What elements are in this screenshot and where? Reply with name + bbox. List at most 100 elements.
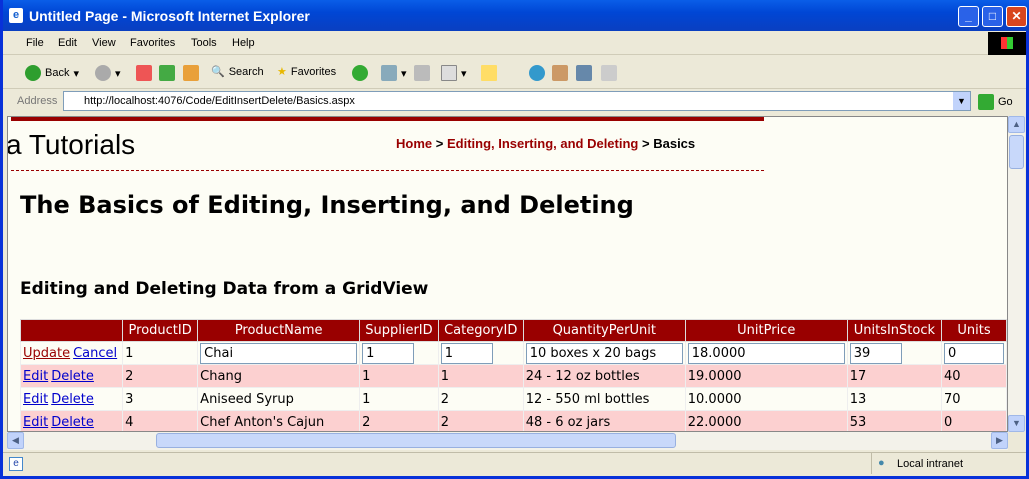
scroll-right-button[interactable]: ▶ <box>991 432 1008 449</box>
forward-button[interactable]: ▾ <box>95 65 121 81</box>
table-cell: 10.0000 <box>684 387 848 411</box>
vertical-scroll-thumb[interactable] <box>1009 135 1024 169</box>
units-on-order-input[interactable] <box>943 342 1004 364</box>
edit-link[interactable]: Edit <box>23 415 48 430</box>
print-icon <box>414 65 430 81</box>
column-header: UnitsInStock <box>846 319 942 342</box>
home-icon <box>183 65 199 81</box>
products-grid: ProductID ProductName SupplierID CategoryID… <box>19 319 1007 431</box>
toolbar: Back ▾ ▾ 🔍 Search ★ Favorites ▾ ▾ <box>3 57 1026 89</box>
table-cell: 1 <box>437 364 524 388</box>
table-cell: Chef Anton's Cajun <box>197 410 361 431</box>
column-header: ProductID <box>122 319 199 342</box>
addon-button[interactable] <box>601 65 617 81</box>
table-cell: Aniseed Syrup <box>197 387 361 411</box>
search-icon: 🔍 <box>211 66 225 78</box>
scroll-down-button[interactable]: ▼ <box>1008 415 1025 432</box>
note-icon <box>481 65 497 81</box>
column-header: UnitPrice <box>684 319 848 342</box>
tool-icon <box>576 65 592 81</box>
column-header: Units <box>940 319 1007 342</box>
edit-link[interactable]: Edit <box>23 392 48 407</box>
menu-help[interactable]: Help <box>232 37 255 49</box>
table-cell: 48 - 6 oz jars <box>522 410 686 431</box>
breadcrumb-section[interactable]: Editing, Inserting, and Deleting <box>447 136 638 151</box>
addon-icon <box>601 65 617 81</box>
menu-file[interactable]: File <box>26 37 44 49</box>
mail-button[interactable]: ▾ <box>381 65 407 81</box>
menu-tools[interactable]: Tools <box>191 37 217 49</box>
breadcrumb-current: Basics <box>653 136 696 151</box>
star-icon: ★ <box>277 66 287 78</box>
units-in-stock-input[interactable] <box>849 342 902 364</box>
delete-link[interactable]: Delete <box>51 415 94 430</box>
table-row-editing: Update Cancel 1 <box>19 341 1007 365</box>
edit-word-button[interactable]: ▾ <box>441 65 467 81</box>
delete-link[interactable]: Delete <box>51 392 94 407</box>
horizontal-scrollbar[interactable]: ◀ ▶ <box>7 432 1008 450</box>
table-cell: 70 <box>940 387 1007 411</box>
tool-button[interactable] <box>576 65 592 81</box>
column-header: CategoryID <box>437 319 524 342</box>
table-cell: 12 - 550 ml bottles <box>522 387 686 411</box>
stop-button[interactable] <box>136 65 152 81</box>
browser-window: e Untitled Page - Microsoft Internet Exp… <box>0 0 1029 479</box>
category-id-input[interactable] <box>440 342 493 364</box>
research-icon <box>552 65 568 81</box>
unit-price-input[interactable] <box>687 342 845 364</box>
supplier-id-input[interactable] <box>362 342 415 364</box>
messenger-button[interactable] <box>529 65 545 81</box>
table-cell: 24 - 12 oz bottles <box>522 364 686 388</box>
column-header <box>19 319 124 342</box>
table-cell: 2 <box>437 387 524 411</box>
table-cell: 40 <box>940 364 1007 388</box>
scroll-left-button[interactable]: ◀ <box>7 432 24 449</box>
breadcrumb: Home > Editing, Inserting, and Deleting … <box>396 136 696 151</box>
mail-icon <box>381 65 397 81</box>
edit-link[interactable]: Edit <box>23 369 48 384</box>
refresh-icon <box>159 65 175 81</box>
product-name-input[interactable] <box>200 342 358 364</box>
table-row: Edit Delete 4 Chef Anton's Cajun 2 2 48 - 6 oz… <box>19 410 1007 431</box>
close-button[interactable]: ✕ <box>1006 6 1027 27</box>
forward-arrow-icon <box>95 65 111 81</box>
cancel-link[interactable]: Cancel <box>73 346 117 361</box>
page-title: The Basics of Editing, Inserting, and De… <box>20 191 634 219</box>
home-button[interactable] <box>183 65 199 81</box>
window-title: Untitled Page - Microsoft Internet Explo… <box>29 8 310 24</box>
menu-favorites[interactable]: Favorites <box>130 37 175 49</box>
address-input[interactable]: http://localhost:4076/Code/EditInsertDel… <box>63 91 971 111</box>
minimize-button[interactable]: _ <box>958 6 979 27</box>
page-content: a Tutorials Home > Editing, Inserting, a… <box>7 116 1008 432</box>
favorites-button[interactable]: ★ Favorites <box>277 65 336 79</box>
note-button[interactable] <box>481 65 497 81</box>
vertical-scrollbar[interactable]: ▲ ▼ <box>1008 116 1025 432</box>
table-cell: 13 <box>846 387 942 411</box>
breadcrumb-home[interactable]: Home <box>396 136 432 151</box>
table-cell: 1 <box>359 364 439 388</box>
scroll-up-button[interactable]: ▲ <box>1008 116 1025 133</box>
table-cell: 2 <box>122 364 199 388</box>
print-button[interactable] <box>414 65 430 81</box>
go-button[interactable]: Go <box>978 94 1013 110</box>
zone-label: Local intranet <box>897 458 964 470</box>
history-button[interactable] <box>352 65 368 81</box>
search-button[interactable]: 🔍 Search <box>211 65 264 79</box>
menu-view[interactable]: View <box>92 37 116 49</box>
table-cell: 4 <box>122 410 199 431</box>
horizontal-scroll-thumb[interactable] <box>156 433 676 448</box>
menu-edit[interactable]: Edit <box>58 37 77 49</box>
delete-link[interactable]: Delete <box>51 369 94 384</box>
chevron-down-icon[interactable]: ▼ <box>953 92 970 110</box>
table-cell: 3 <box>122 387 199 411</box>
maximize-button[interactable]: □ <box>982 6 1003 27</box>
back-button[interactable]: Back ▾ <box>25 65 79 81</box>
menu-bar: File Edit View Favorites Tools Help <box>3 32 1026 55</box>
globe-icon <box>529 65 545 81</box>
update-link[interactable]: Update <box>23 346 70 361</box>
research-button[interactable] <box>552 65 568 81</box>
table-cell: 22.0000 <box>684 410 848 431</box>
table-cell: 2 <box>437 410 524 431</box>
refresh-button[interactable] <box>159 65 175 81</box>
quantity-per-unit-input[interactable] <box>525 342 683 364</box>
